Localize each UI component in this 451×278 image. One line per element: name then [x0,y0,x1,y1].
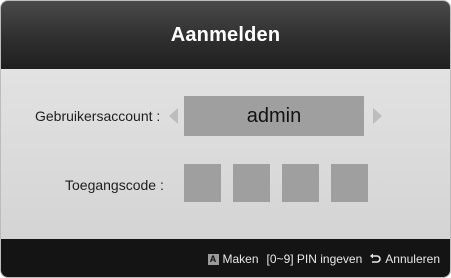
dialog-footer: A Maken [0~9] PIN ingeven Annuleren [1,239,450,277]
dialog-body: Gebruikersaccount : admin Toegangscode : [1,69,450,239]
account-label: Gebruikersaccount : [35,108,161,124]
account-selector[interactable]: admin [184,96,364,136]
footer-hints: A Maken [0~9] PIN ingeven Annuleren [207,239,440,277]
account-value: admin [246,104,302,127]
pin-digit-2[interactable] [233,164,270,202]
account-prev-arrow-icon[interactable] [169,108,178,124]
login-dialog: Aanmelden Gebruikersaccount : admin Toeg… [0,0,451,278]
pin-hint: [0~9] PIN ingeven [266,252,363,266]
dialog-title: Aanmelden [170,23,281,46]
pin-digit-4[interactable] [331,164,368,202]
pin-digit-3[interactable] [282,164,319,202]
pin-digit-1[interactable] [184,164,221,202]
make-hint[interactable]: Maken [223,252,259,266]
return-icon [370,253,382,263]
passcode-label: Toegangscode : [65,177,164,193]
dialog-header: Aanmelden [1,1,450,69]
account-next-arrow-icon[interactable] [373,108,382,124]
cancel-hint[interactable]: Annuleren [385,252,440,266]
a-key-icon: A [207,253,219,265]
